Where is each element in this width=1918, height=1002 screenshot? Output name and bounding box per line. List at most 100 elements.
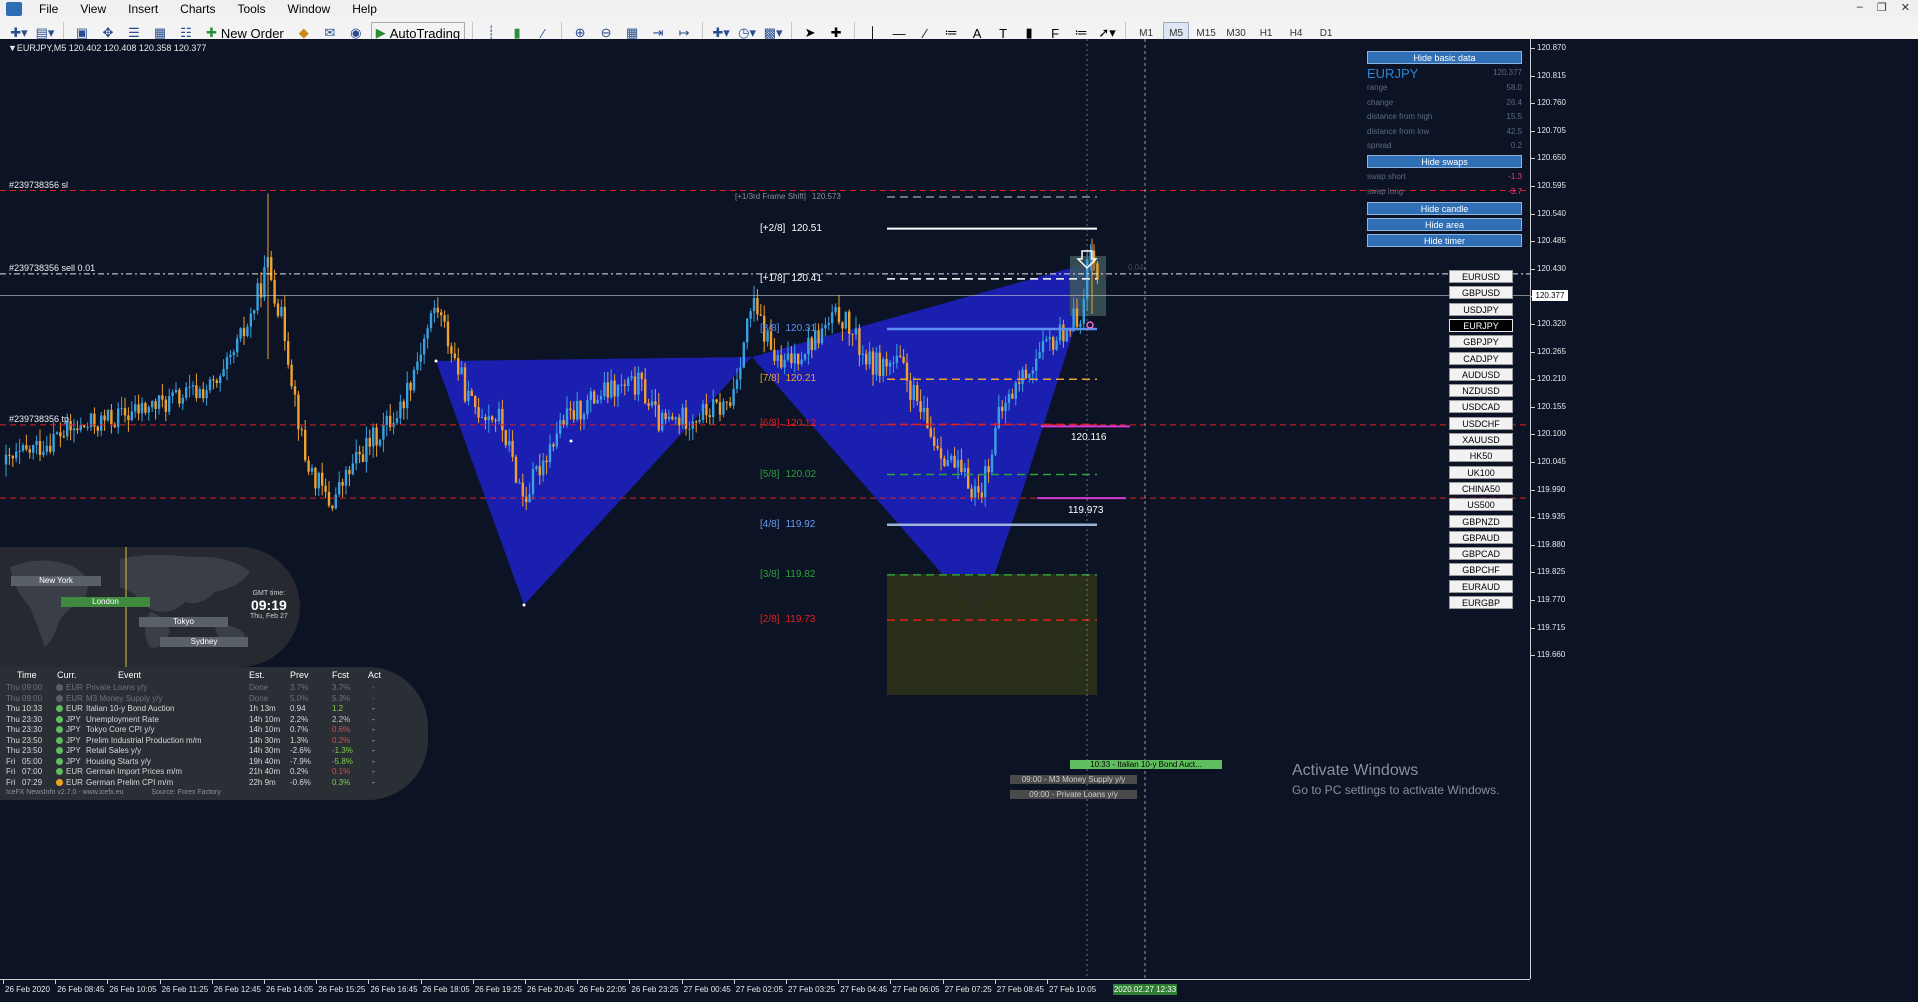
pair-button-eurgbp[interactable]: EURGBP <box>1449 596 1513 609</box>
candle-body <box>909 380 912 400</box>
chart-canvas[interactable] <box>0 39 1530 979</box>
candle-body <box>943 458 946 466</box>
menu-tools[interactable]: Tools <box>227 2 277 16</box>
close-icon[interactable]: ✕ <box>1901 1 1910 14</box>
candle-body <box>926 407 929 429</box>
hide-basic-data-button[interactable]: Hide basic data <box>1367 51 1522 64</box>
activate-windows-subtitle: Go to PC settings to activate Windows. <box>1292 783 1500 797</box>
pair-button-usdcad[interactable]: USDCAD <box>1449 400 1513 414</box>
pair-button-gbpcad[interactable]: GBPCAD <box>1449 547 1513 561</box>
basic-data-label: spread <box>1367 141 1392 151</box>
event-bar-money-supply[interactable]: 09:00 - M3 Money Supply y/y <box>1010 775 1137 784</box>
pair-button-gbpnzd[interactable]: GBPNZD <box>1449 514 1513 528</box>
candle-body <box>86 427 89 429</box>
candle-body <box>970 488 973 499</box>
price-tick-label: 119.660 <box>1537 650 1566 660</box>
time-tick-label: 26 Feb 18:05 <box>422 985 470 994</box>
candle-body <box>504 430 507 446</box>
pair-button-gbpaud[interactable]: GBPAUD <box>1449 530 1513 544</box>
news-cell-time: 05:00 <box>22 756 43 766</box>
pair-button-eurusd[interactable]: EURUSD <box>1449 270 1513 283</box>
news-cell-prev: 0.2% <box>290 767 309 776</box>
candle-body <box>215 380 218 383</box>
pair-button-nzdusd[interactable]: NZDUSD <box>1449 384 1513 398</box>
basic-data-value: 15.5 <box>1506 112 1522 122</box>
news-cell-fcst: 3.7% <box>332 683 351 692</box>
menu-help[interactable]: Help <box>341 2 388 16</box>
pair-button-usdjpy[interactable]: USDJPY <box>1449 302 1513 316</box>
candle-body <box>603 382 606 397</box>
candle-body <box>868 351 871 365</box>
candle-body <box>837 307 841 323</box>
menu-window[interactable]: Window <box>277 2 342 16</box>
candle-body <box>848 311 851 334</box>
candle-body <box>127 415 130 421</box>
time-tick <box>733 980 735 984</box>
hide-swaps-button[interactable]: Hide swaps <box>1367 155 1522 168</box>
hide-timer-button[interactable]: Hide timer <box>1367 234 1522 247</box>
price-tick <box>1531 241 1535 243</box>
event-bar-bond-auction[interactable]: 10:33 - Italian 10-y Bond Auct... <box>1070 760 1222 769</box>
pair-button-usdchf[interactable]: USDCHF <box>1449 416 1513 430</box>
basic-data-label: distance from high <box>1367 112 1433 122</box>
menu-insert[interactable]: Insert <box>117 2 169 16</box>
candle-body <box>793 353 796 364</box>
menu-view[interactable]: View <box>69 2 117 16</box>
candle-body <box>803 354 807 360</box>
price-tick <box>1531 186 1535 187</box>
time-axis[interactable]: 26 Feb 2020 26 Feb 08:45 26 Feb 10:05 26 Fe… <box>0 979 1530 1002</box>
price-tick-label: 120.760 <box>1537 98 1566 108</box>
swap-label: swap long <box>1367 186 1404 196</box>
candle-body <box>161 395 164 400</box>
hide-candle-button[interactable]: Hide candle <box>1367 202 1522 215</box>
candle-body <box>807 337 810 355</box>
pair-button-euraud[interactable]: EURAUD <box>1449 579 1513 593</box>
murrey-level-value: 120.573 <box>811 192 841 202</box>
price-tick-label: 119.990 <box>1537 484 1566 494</box>
event-bar-private-loans[interactable]: 09:00 - Private Loans y/y <box>1010 790 1137 799</box>
murrey-label-7: [4/8] 119.92 <box>760 519 815 530</box>
news-cell-day: Thu <box>6 704 20 713</box>
candle-body <box>130 411 133 421</box>
chart-menu-icon[interactable]: ▼ <box>8 43 17 53</box>
minimize-icon[interactable]: – <box>1857 1 1863 14</box>
pair-button-cadjpy[interactable]: CADJPY <box>1449 351 1513 365</box>
time-tick-label: 27 Feb 04:45 <box>840 985 888 994</box>
candle-body <box>681 407 684 426</box>
pair-button-us500[interactable]: US500 <box>1449 498 1513 512</box>
candle-body <box>25 445 28 450</box>
candle-body <box>1031 370 1034 374</box>
news-header-event: Event <box>118 670 142 680</box>
restore-icon[interactable]: ❐ <box>1877 1 1887 14</box>
price-tick-label: 119.825 <box>1537 567 1566 577</box>
pair-button-china50[interactable]: CHINA50 <box>1449 481 1513 495</box>
candle-body <box>307 460 310 472</box>
pair-button-uk100[interactable]: UK100 <box>1449 465 1513 479</box>
swap-row: swap long -3.7 <box>1367 187 1522 196</box>
price-axis[interactable]: 120.870 120.815 120.760 120.705 120.650 120.5… <box>1530 39 1568 979</box>
chart-window[interactable]: ▼EURJPY,M5 120.402 120.408 120.358 120.3… <box>0 39 1918 1002</box>
news-row: Fri 05:00 JPY Housing Starts y/y 19h 40m -7.9… <box>0 757 428 767</box>
candle-body <box>514 456 518 483</box>
menu-file[interactable]: File <box>28 2 69 16</box>
pair-button-audusd[interactable]: AUDUSD <box>1449 367 1513 381</box>
time-tick <box>472 980 474 984</box>
hide-area-button[interactable]: Hide area <box>1367 218 1522 231</box>
pair-button-gbpchf[interactable]: GBPCHF <box>1449 563 1513 577</box>
pair-button-gbpusd[interactable]: GBPUSD <box>1449 286 1513 300</box>
candle-body <box>480 417 484 419</box>
pair-button-eurjpy[interactable]: EURJPY <box>1449 318 1513 332</box>
news-cell-est: 21h 40m <box>249 767 281 776</box>
candle-body <box>508 440 511 446</box>
candle-body <box>273 279 276 304</box>
candle-body <box>875 352 878 375</box>
candle-body <box>372 427 375 447</box>
murrey-level-name: [5/8] <box>760 468 780 480</box>
candle-body <box>531 469 535 495</box>
pair-button-gbpjpy[interactable]: GBPJPY <box>1449 335 1513 349</box>
menu-charts[interactable]: Charts <box>169 2 226 16</box>
news-cell-act: - <box>372 767 375 776</box>
pair-button-xauusd[interactable]: XAUUSD <box>1449 433 1513 446</box>
murrey-label-2: [+1/8] 120.41 <box>760 273 822 284</box>
pair-button-hk50[interactable]: HK50 <box>1449 449 1513 463</box>
